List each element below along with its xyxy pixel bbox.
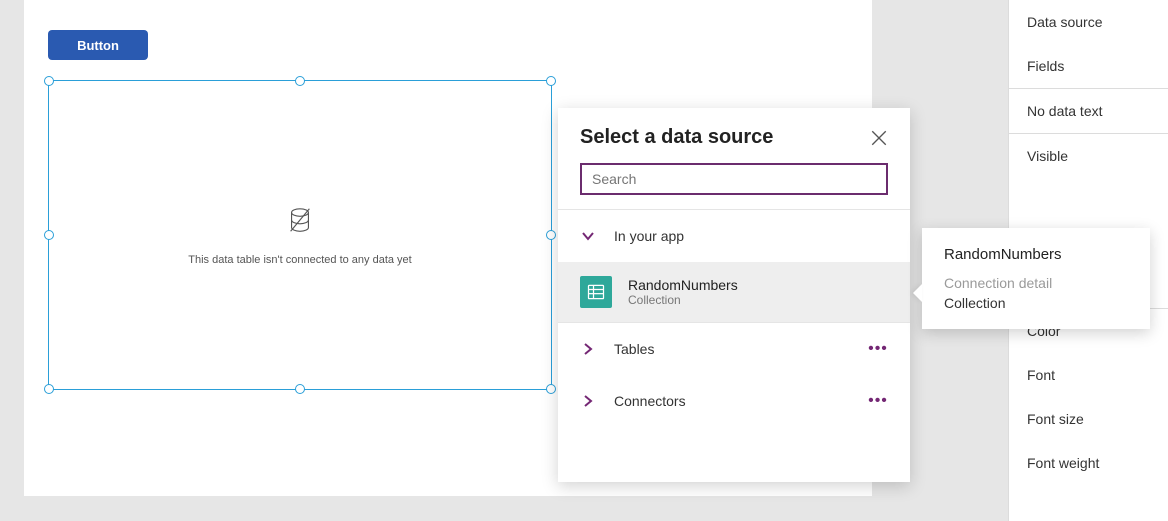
app-stage: Button This data table isn't c [0, 0, 1168, 521]
chevron-right-icon [580, 393, 596, 409]
prop-no-data-text[interactable]: No data text [1009, 89, 1168, 133]
tooltip-title: RandomNumbers [944, 246, 1128, 263]
chevron-right-icon [580, 341, 596, 357]
button-control[interactable]: Button [48, 30, 148, 60]
prop-font[interactable]: Font [1009, 353, 1168, 397]
section-label: Tables [614, 341, 850, 357]
section-tables[interactable]: Tables ••• [558, 323, 910, 375]
section-connectors[interactable]: Connectors ••• [558, 375, 910, 427]
section-label: Connectors [614, 393, 850, 409]
prop-visible[interactable]: Visible [1009, 134, 1168, 178]
item-subtitle: Collection [628, 293, 738, 307]
tooltip-body: Collection [944, 295, 1128, 311]
datasource-item-randomnumbers[interactable]: RandomNumbers Collection [558, 262, 910, 322]
prop-data-source[interactable]: Data source [1009, 0, 1168, 44]
prop-font-size[interactable]: Font size [1009, 397, 1168, 441]
panel-header: Select a data source [558, 108, 910, 163]
search-input[interactable] [580, 163, 888, 195]
section-in-your-app[interactable]: In your app [558, 210, 910, 262]
item-title: RandomNumbers [628, 277, 738, 293]
close-icon[interactable] [870, 129, 888, 147]
section-label: In your app [614, 228, 888, 244]
search-wrap [558, 163, 910, 209]
chevron-down-icon [580, 228, 596, 244]
prop-font-weight[interactable]: Font weight [1009, 441, 1168, 485]
tooltip-caret [913, 284, 922, 302]
empty-state: This data table isn't connected to any d… [49, 81, 551, 389]
select-data-source-panel: Select a data source In your app [558, 108, 910, 482]
empty-state-text: This data table isn't connected to any d… [188, 254, 411, 266]
database-slash-icon [285, 205, 315, 240]
more-icon[interactable]: ••• [868, 392, 888, 410]
tooltip-sublabel: Connection detail [944, 275, 1128, 291]
more-icon[interactable]: ••• [868, 340, 888, 358]
collection-icon [580, 276, 612, 308]
prop-fields[interactable]: Fields [1009, 44, 1168, 88]
datasource-tooltip: RandomNumbers Connection detail Collecti… [922, 228, 1150, 329]
item-text: RandomNumbers Collection [628, 277, 738, 307]
panel-title: Select a data source [580, 126, 773, 149]
datatable-control-selected[interactable]: This data table isn't connected to any d… [48, 80, 552, 390]
